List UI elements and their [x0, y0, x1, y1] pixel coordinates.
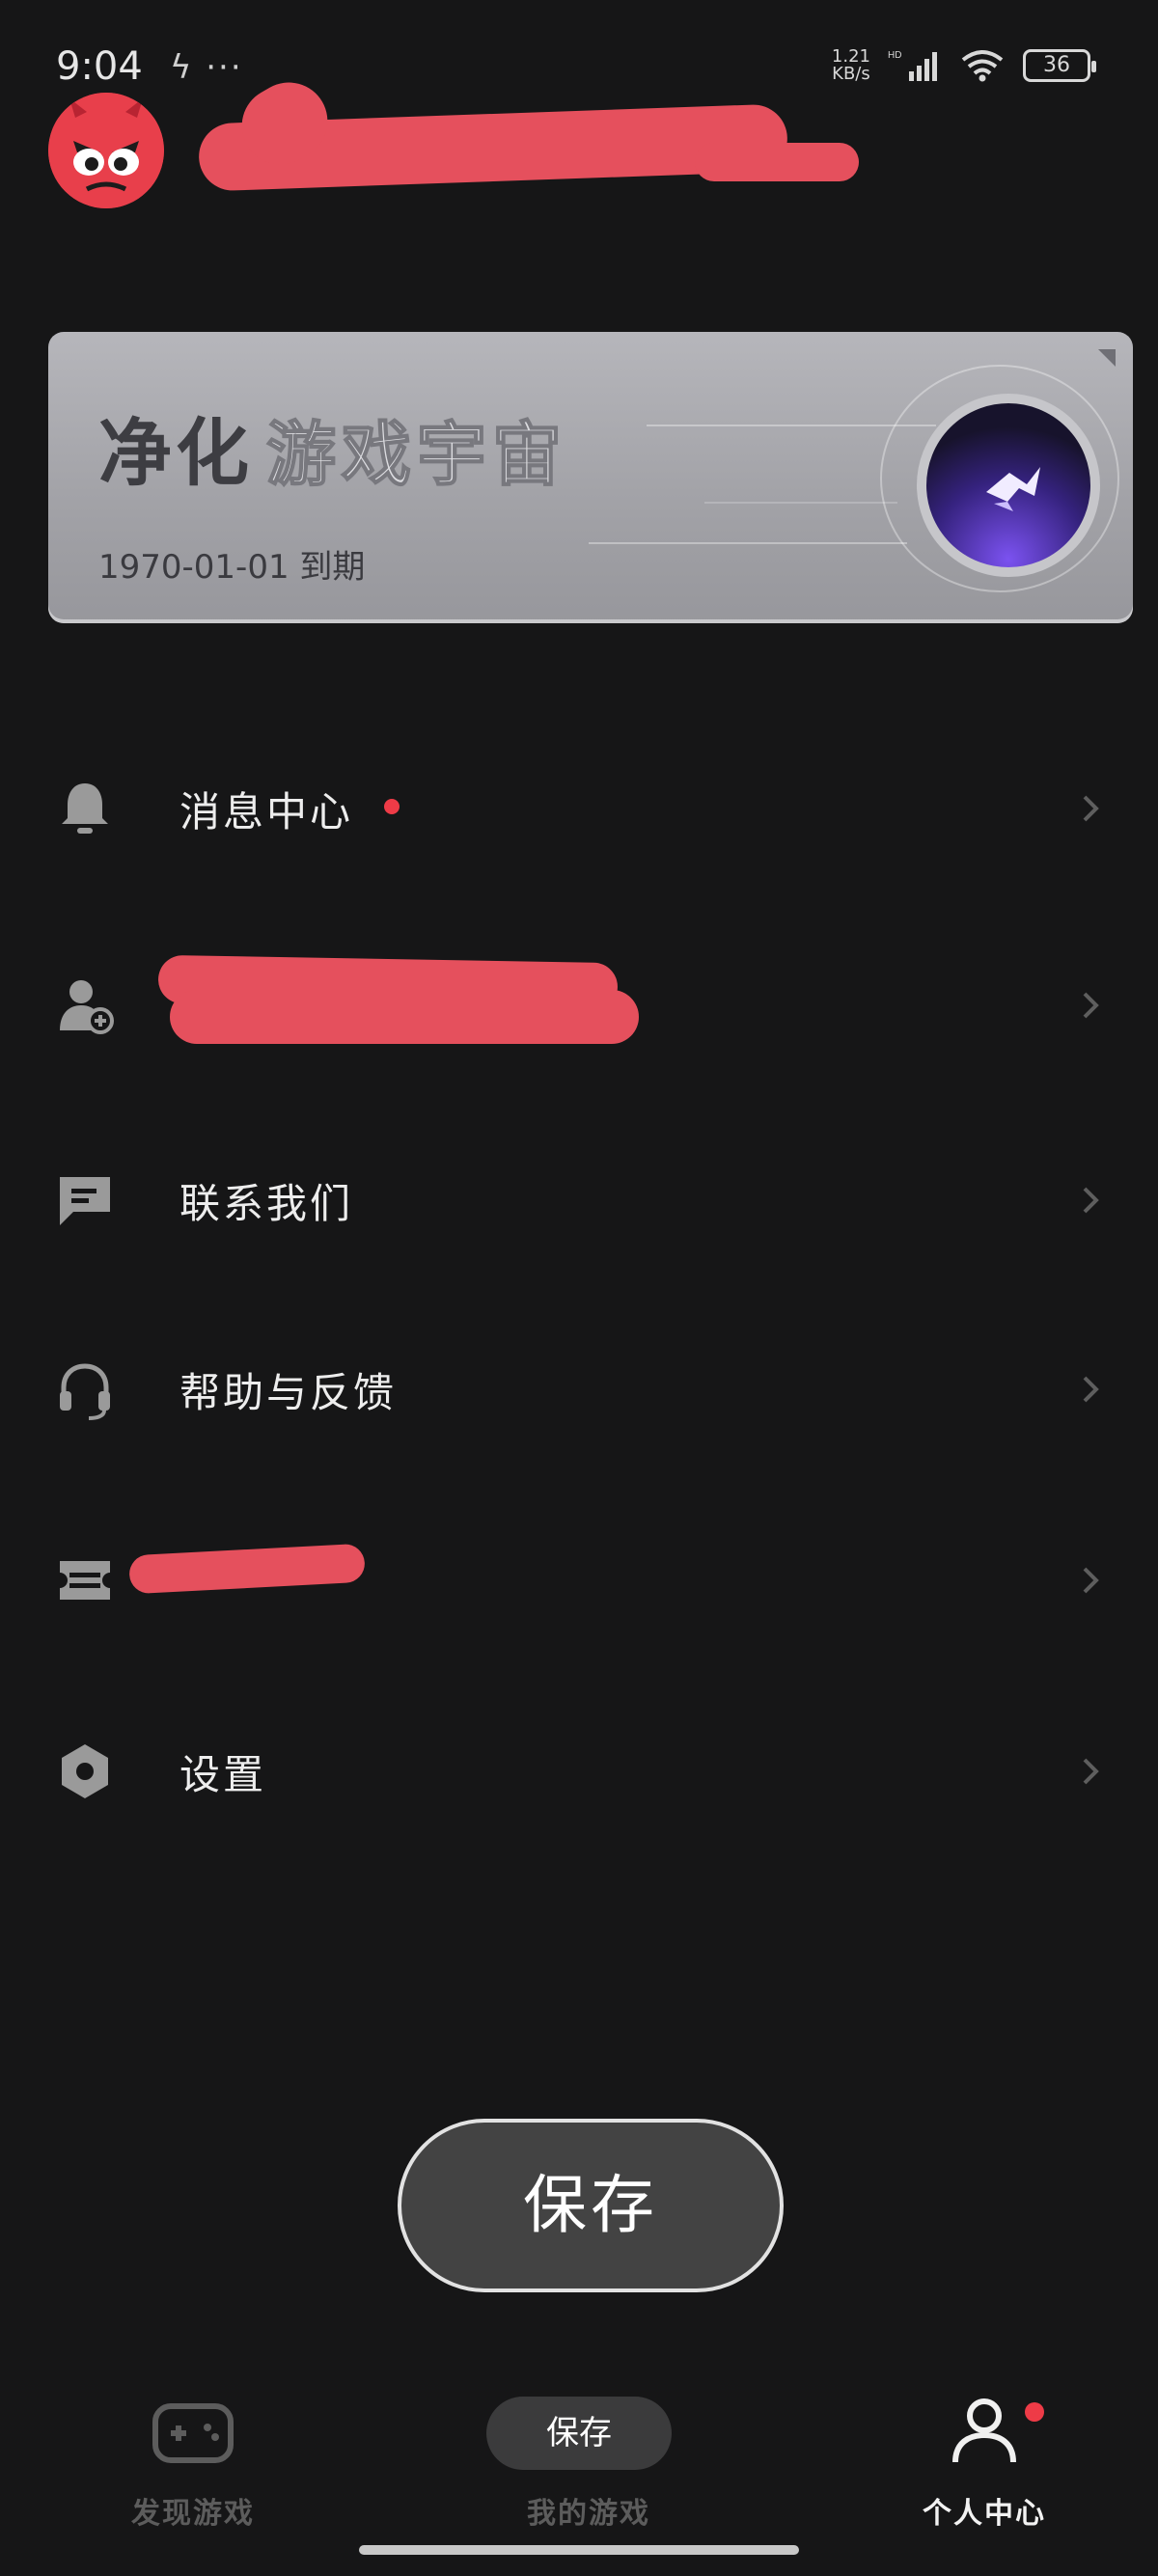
- card-title-sub: 游戏宇宙: [265, 413, 568, 496]
- card-title: 净化 游戏宇宙: [98, 394, 567, 500]
- chevron-right-icon: [1083, 1567, 1099, 1594]
- save-chip-button[interactable]: 保存: [486, 2397, 672, 2470]
- headset-icon: [60, 1363, 110, 1420]
- add-user-icon: [60, 980, 114, 1034]
- menu-item-redacted-ticket[interactable]: [0, 1505, 1158, 1650]
- cellular-signal-icon: HD: [888, 50, 937, 81]
- angry-red-face-icon: [48, 93, 164, 208]
- status-indicators: 1.21 KB/s HD 36: [831, 46, 1096, 84]
- menu-item-redacted-user[interactable]: [0, 930, 1158, 1075]
- card-expiry-date: 1970-01-01 到期: [98, 548, 366, 587]
- ticket-icon: [60, 1561, 110, 1600]
- status-notification-icons: ϟ ···: [170, 48, 243, 87]
- notification-dot: [1025, 2402, 1044, 2422]
- gamepad-icon: [152, 2403, 234, 2463]
- status-time: 9:04: [56, 44, 143, 89]
- tab-label: 个人中心: [923, 2497, 1046, 2531]
- menu-item-settings[interactable]: 设置: [0, 1696, 1158, 1841]
- menu-item-message-center[interactable]: 消息中心: [0, 733, 1158, 878]
- chat-bubble-icon: [60, 1177, 110, 1225]
- chevron-right-icon: [1083, 1758, 1099, 1785]
- menu-item-label: 联系我们: [179, 1180, 354, 1227]
- chevron-right-icon: [1083, 1376, 1099, 1403]
- menu-item-contact-us[interactable]: 联系我们: [0, 1125, 1158, 1270]
- avatar[interactable]: [48, 93, 164, 208]
- purple-tag-badge-icon: [917, 394, 1100, 577]
- tab-label: 我的游戏: [527, 2497, 650, 2531]
- unread-dot: [384, 799, 400, 814]
- menu-item-label: 设置: [179, 1751, 267, 1798]
- battery-indicator: 36: [1023, 49, 1096, 82]
- tab-personal-center[interactable]: 个人中心: [859, 2383, 1110, 2537]
- tab-label: 发现游戏: [131, 2497, 255, 2531]
- menu-item-help-feedback[interactable]: 帮助与反馈: [0, 1314, 1158, 1459]
- chevron-right-icon: [1083, 992, 1099, 1019]
- hexagon-settings-icon: [62, 1744, 108, 1798]
- menu-item-label: 帮助与反馈: [179, 1369, 398, 1416]
- wifi-icon: [961, 50, 1004, 82]
- membership-card[interactable]: 净化 游戏宇宙 1970-01-01 到期: [48, 332, 1133, 623]
- profile-screen: 9:04 ϟ ··· 1.21 KB/s HD 36 净化 游戏宇宙 1970-…: [0, 0, 1158, 2576]
- home-indicator[interactable]: [359, 2545, 799, 2555]
- card-title-main: 净化: [98, 410, 253, 496]
- network-speed: 1.21 KB/s: [831, 46, 870, 84]
- status-bar: 9:04 ϟ ··· 1.21 KB/s HD 36: [0, 0, 1158, 125]
- card-corner-mark: [1098, 349, 1116, 367]
- save-button[interactable]: 保存: [398, 2119, 784, 2292]
- chevron-right-icon: [1083, 795, 1099, 822]
- network-type: HD: [888, 50, 901, 61]
- chevron-right-icon: [1083, 1187, 1099, 1214]
- tab-discover-games[interactable]: 发现游戏: [68, 2383, 318, 2537]
- bell-icon: [62, 783, 108, 834]
- person-icon: [952, 2398, 1016, 2463]
- menu-item-label: 消息中心: [179, 788, 354, 836]
